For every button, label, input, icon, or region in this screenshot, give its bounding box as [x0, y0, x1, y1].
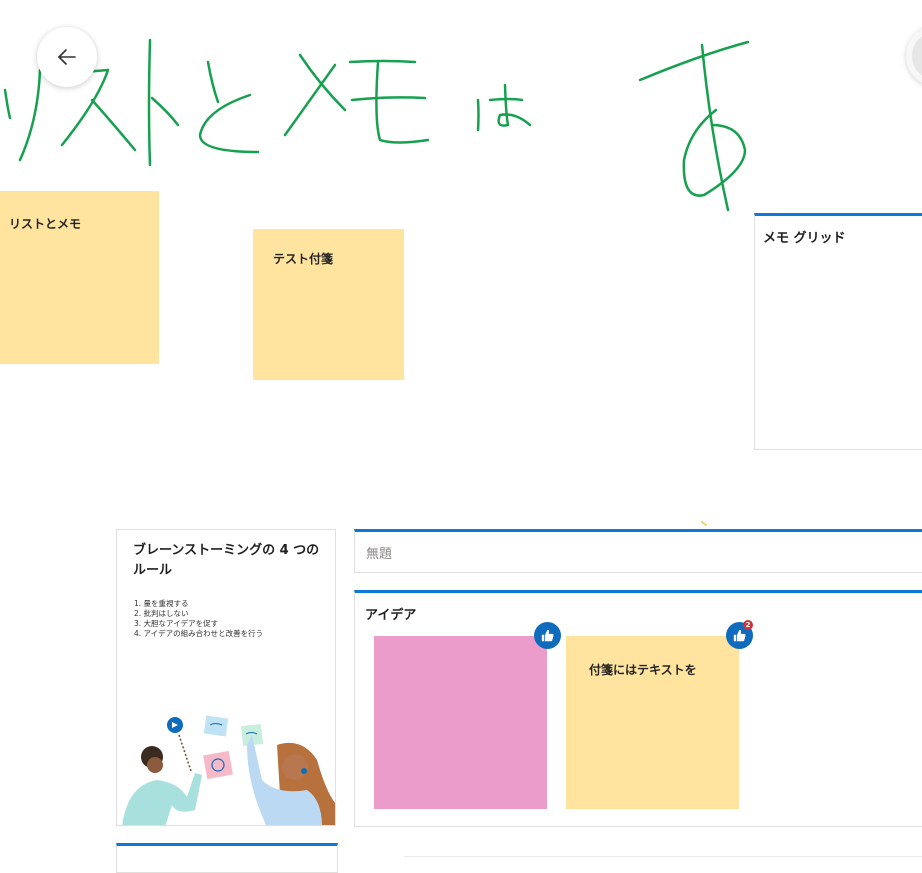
sticky-note[interactable]: リストとメモ: [0, 191, 159, 364]
ink-dot: [701, 521, 707, 526]
rule-item: 2. 批判はしない: [134, 609, 189, 618]
sticky-note-text: テスト付箋: [273, 252, 334, 266]
arrow-left-icon: [58, 49, 76, 65]
section-title-placeholder[interactable]: 無題: [366, 543, 392, 562]
thumbs-up-icon: [733, 629, 746, 642]
toolbar-button-partial[interactable]: [906, 26, 922, 86]
brainstorm-rules-card[interactable]: ブレーンストーミングの 4 つのルール 1. 量を重視する 2. 批判はしない …: [116, 529, 336, 826]
sticky-note-text: リストとメモ: [9, 217, 82, 231]
idea-sticky-note[interactable]: [374, 636, 547, 809]
divider: [404, 856, 922, 857]
ideas-section[interactable]: アイデア 付箋にはテキストを 2: [354, 590, 922, 827]
memo-grid[interactable]: メモ グリッド: [754, 213, 922, 450]
like-button[interactable]: 2: [726, 620, 753, 649]
brainstorm-rules-list: 1. 量を重視する 2. 批判はしない 3. 大胆なアイデアを促す 4. アイデ…: [134, 599, 263, 639]
untitled-section[interactable]: 無題: [354, 529, 922, 573]
idea-sticky-note[interactable]: 付箋にはテキストを: [566, 636, 739, 809]
thumbs-up-icon: [541, 629, 554, 642]
brainstorm-illustration: [122, 715, 335, 825]
rule-item: 3. 大胆なアイデアを促す: [134, 619, 219, 628]
sticky-note[interactable]: テスト付箋: [253, 229, 404, 380]
card-partial[interactable]: [116, 843, 338, 873]
memo-grid-title: メモ グリッド: [763, 231, 846, 246]
sticky-note-text: 付箋にはテキストを: [589, 663, 697, 677]
rule-item: 1. 量を重視する: [134, 599, 189, 608]
ideas-title: アイデア: [365, 608, 417, 623]
brainstorm-title: ブレーンストーミングの 4 つのルール: [133, 543, 320, 578]
rule-item: 4. アイデアの組み合わせと改善を行う: [134, 629, 264, 638]
like-button[interactable]: [534, 622, 561, 649]
back-button[interactable]: [37, 27, 97, 87]
like-count-badge: 2: [743, 620, 753, 630]
